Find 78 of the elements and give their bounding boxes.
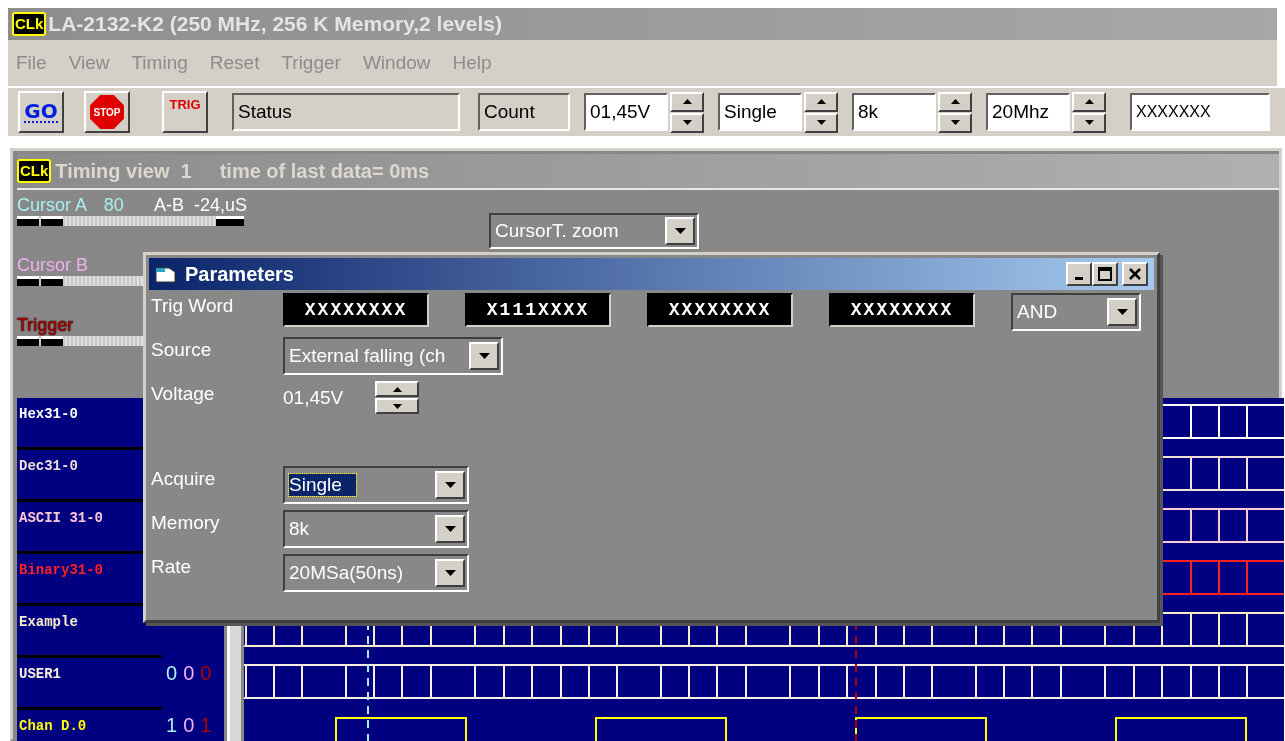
dropdown-arrow-icon — [444, 482, 456, 488]
spin-up-button[interactable] — [1072, 91, 1106, 112]
cursor-reading: 0 — [200, 662, 212, 686]
spin-down-button[interactable] — [375, 398, 420, 414]
cursor-reading: 0 — [183, 714, 195, 738]
trigger-word-field[interactable]: XXXXXXXX — [829, 293, 975, 327]
spin-down-button[interactable] — [670, 112, 704, 133]
trigger-word-field[interactable]: XXXXXXXX — [647, 293, 793, 327]
spin-field[interactable]: Single — [718, 93, 802, 131]
slider-thumb[interactable] — [216, 216, 244, 226]
delta-label: A-B — [153, 194, 184, 216]
trigger-word-field[interactable]: XXXXXXX — [1130, 93, 1270, 131]
cursor-value: 80 — [103, 194, 125, 216]
status-field: Status — [232, 93, 460, 131]
spin-up-button[interactable] — [375, 381, 420, 397]
spin-up-button[interactable] — [938, 91, 972, 112]
cursor-label: Cursor B — [17, 254, 89, 276]
up-arrow-icon — [950, 99, 960, 104]
go-button[interactable]: GO — [18, 91, 64, 133]
trigger-word-field[interactable]: X111XXXX — [465, 293, 611, 327]
spin-down-button[interactable] — [804, 112, 838, 133]
spin-down-button[interactable] — [938, 112, 972, 133]
spin-field[interactable]: 8k — [852, 93, 936, 131]
cursor-reading: 0 — [166, 662, 178, 686]
delta-value: -24,uS — [193, 194, 247, 216]
close-icon — [1128, 267, 1142, 281]
signal-name[interactable]: Example — [17, 606, 162, 655]
down-arrow-icon — [950, 120, 960, 125]
dropdown-select[interactable]: External falling (ch — [283, 337, 503, 375]
dropdown-select[interactable]: Single — [283, 466, 469, 504]
window-icon — [155, 264, 177, 284]
dropdown-arrow-icon — [1116, 309, 1128, 315]
window-title: Timing view 1 — [55, 159, 192, 183]
cursor-slider[interactable] — [17, 216, 244, 226]
dropdown-arrow-icon — [674, 228, 686, 234]
logic-select[interactable]: AND — [1011, 293, 1141, 331]
dropdown-select[interactable]: 20MSa(50ns) — [283, 554, 469, 592]
up-arrow-icon — [392, 386, 402, 392]
last-data-time: time of last data= 0ms — [219, 159, 430, 183]
app-logo: CLk — [12, 12, 47, 36]
signal-name[interactable]: Chan D.0 — [17, 710, 162, 741]
down-arrow-icon — [816, 120, 826, 125]
cursor-reading: 1 — [166, 714, 178, 738]
down-arrow-icon — [682, 120, 692, 125]
window-title: LA-2132-K2 (250 MHz, 256 K Memory,2 levels) — [48, 12, 502, 36]
spin-field[interactable]: 01,45V — [584, 93, 668, 131]
up-arrow-icon — [816, 99, 826, 104]
maximize-button[interactable] — [1092, 262, 1118, 286]
spin-up-button[interactable] — [670, 91, 704, 112]
field-label: Trig Word — [151, 294, 235, 318]
up-arrow-icon — [1084, 99, 1094, 104]
spin-down-button[interactable] — [1072, 112, 1106, 133]
cursor-reading: 0 — [183, 662, 195, 686]
trigger-word-field[interactable]: XXXXXXXX — [283, 293, 429, 327]
app-logo: CLk — [17, 159, 52, 183]
dialog-title: Parameters — [185, 262, 295, 286]
minimize-button[interactable] — [1066, 262, 1092, 286]
dropdown-arrow-icon — [478, 353, 490, 359]
zoom-select[interactable]: CursorT. zoom — [489, 213, 699, 249]
cursor-reading: 1 — [200, 714, 212, 738]
minimize-icon — [1075, 276, 1083, 280]
down-arrow-icon — [392, 403, 402, 409]
close-button[interactable] — [1122, 262, 1148, 286]
spin-up-button[interactable] — [804, 91, 838, 112]
stop-button[interactable]: STOP — [84, 91, 130, 133]
dropdown-arrow-icon — [444, 570, 456, 576]
down-arrow-icon — [1084, 120, 1094, 125]
maximize-icon — [1098, 267, 1112, 281]
cursor-label: Trigger — [17, 314, 75, 336]
dropdown-select[interactable]: 8k — [283, 510, 469, 548]
cursor-label: Cursor A — [17, 194, 89, 216]
up-arrow-icon — [682, 99, 692, 104]
voltage-value: 01,45V — [283, 386, 344, 409]
count-field: Count — [478, 93, 570, 131]
field-label: Source — [151, 338, 213, 362]
signal-name[interactable]: USER1 — [17, 658, 162, 707]
spin-field[interactable]: 20Mhz — [986, 93, 1070, 131]
dropdown-arrow-icon — [444, 526, 456, 532]
